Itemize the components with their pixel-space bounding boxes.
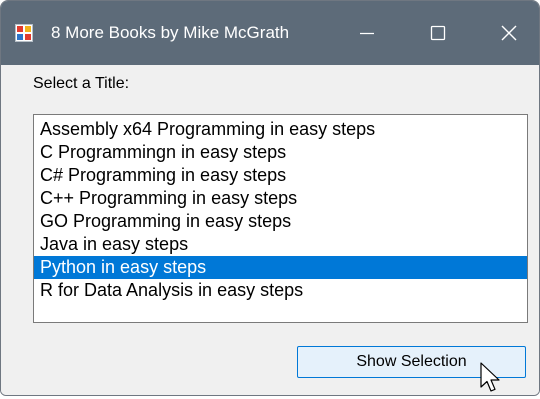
list-item[interactable]: GO Programming in easy steps (34, 210, 527, 233)
list-item[interactable]: C++ Programming in easy steps (34, 187, 527, 210)
minimize-button[interactable] (337, 1, 395, 65)
app-window: 8 More Books by Mike McGrath Select a Ti… (0, 0, 540, 396)
list-item-selected[interactable]: Python in easy steps (34, 256, 527, 279)
list-item[interactable]: Java in easy steps (34, 233, 527, 256)
title-listbox[interactable]: Assembly x64 Programming in easy steps C… (33, 114, 528, 323)
list-item[interactable]: C Programmingn in easy steps (34, 141, 527, 164)
maximize-icon (430, 25, 446, 41)
mouse-pointer-icon (480, 362, 502, 394)
window-title: 8 More Books by Mike McGrath (51, 23, 290, 42)
list-item[interactable]: C# Programming in easy steps (34, 164, 527, 187)
maximize-button[interactable] (407, 1, 465, 65)
close-icon (501, 25, 517, 41)
minimize-icon (360, 32, 374, 35)
list-item[interactable]: Assembly x64 Programming in easy steps (34, 118, 527, 141)
select-title-label: Select a Title: (33, 75, 130, 92)
form-client-area: Select a Title: Assembly x64 Programming… (1, 65, 539, 395)
list-item[interactable]: R for Data Analysis in easy steps (34, 279, 527, 302)
window-app-icon (15, 24, 33, 42)
title-bar[interactable]: 8 More Books by Mike McGrath (1, 1, 539, 65)
close-button[interactable] (479, 1, 537, 65)
